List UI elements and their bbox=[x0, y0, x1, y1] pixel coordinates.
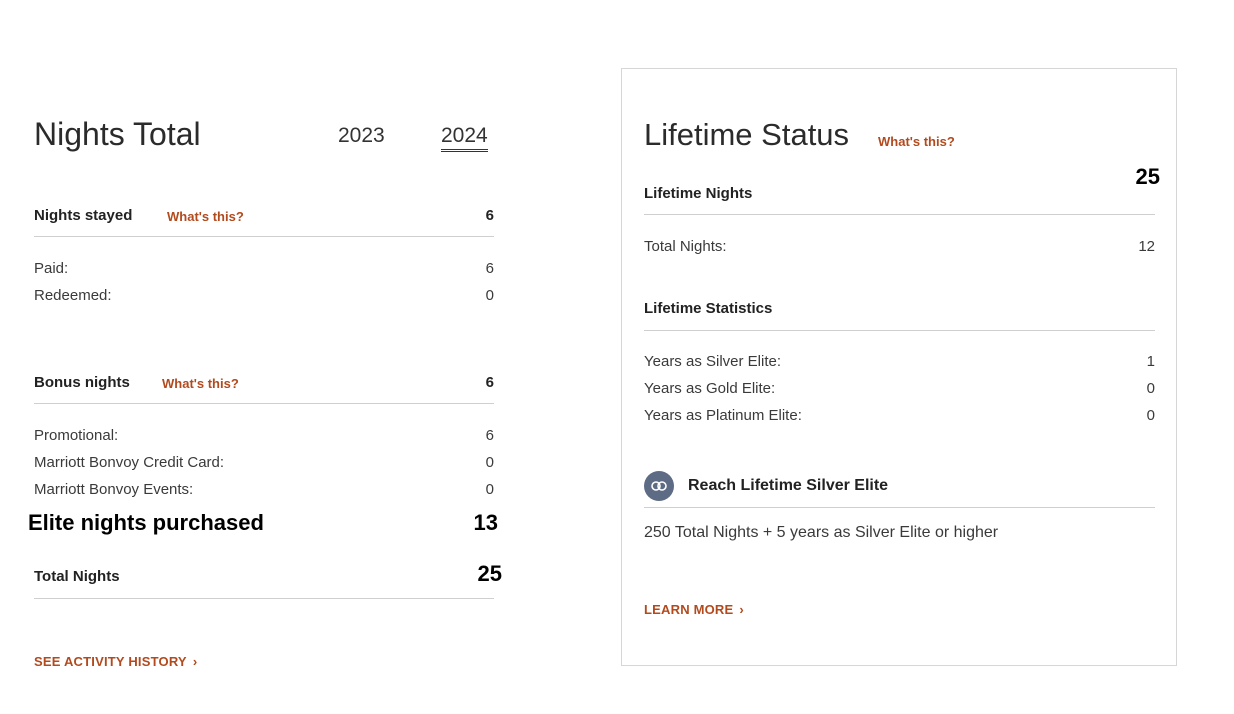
silver-elite-medal-icon bbox=[644, 471, 674, 501]
divider bbox=[34, 403, 494, 404]
platinum-years-label: Years as Platinum Elite: bbox=[644, 407, 802, 424]
credit-card-value: 0 bbox=[485, 454, 494, 471]
total-nights-label: Total Nights bbox=[34, 568, 120, 585]
bonus-nights-value: 6 bbox=[485, 374, 494, 391]
learn-more-link[interactable]: LEARN MORE › bbox=[644, 602, 744, 617]
divider bbox=[34, 236, 494, 237]
events-label: Marriott Bonvoy Events: bbox=[34, 481, 194, 498]
events-value: 0 bbox=[485, 481, 494, 498]
credit-card-label: Marriott Bonvoy Credit Card: bbox=[34, 454, 225, 471]
elite-nights-purchased-value: 13 bbox=[473, 510, 498, 535]
nights-total-title: Nights Total bbox=[34, 116, 201, 152]
total-nights-value: 25 bbox=[477, 561, 502, 586]
paid-value: 6 bbox=[485, 260, 494, 277]
chevron-right-icon: › bbox=[739, 602, 744, 617]
elite-nights-purchased-label: Elite nights purchased bbox=[28, 510, 264, 535]
tab-2023[interactable]: 2023 bbox=[338, 124, 385, 148]
total-nights-row-value: 12 bbox=[1138, 238, 1155, 255]
bonus-nights-whats-this-link[interactable]: What's this? bbox=[162, 376, 239, 391]
divider bbox=[644, 214, 1155, 215]
chevron-right-icon: › bbox=[192, 654, 198, 669]
see-activity-history-label: SEE ACTIVITY HISTORY bbox=[34, 654, 187, 669]
divider bbox=[34, 598, 494, 599]
redeemed-label: Redeemed: bbox=[34, 287, 112, 304]
goal-requirement: 250 Total Nights + 5 years as Silver Eli… bbox=[644, 524, 999, 541]
lifetime-status-whats-this-link[interactable]: What's this? bbox=[878, 134, 955, 149]
gold-years-value: 0 bbox=[1146, 380, 1155, 397]
lifetime-status-title: Lifetime Status bbox=[644, 117, 850, 152]
divider bbox=[644, 330, 1155, 331]
learn-more-label: LEARN MORE bbox=[644, 602, 734, 617]
nights-stayed-value: 6 bbox=[485, 207, 494, 224]
paid-label: Paid: bbox=[34, 260, 69, 277]
lifetime-nights-value: 25 bbox=[1135, 164, 1160, 189]
promotional-label: Promotional: bbox=[34, 427, 119, 444]
silver-years-label: Years as Silver Elite: bbox=[644, 353, 782, 370]
gold-years-label: Years as Gold Elite: bbox=[644, 380, 776, 397]
bonus-nights-label: Bonus nights bbox=[34, 374, 130, 391]
promotional-value: 6 bbox=[485, 427, 494, 444]
silver-years-value: 1 bbox=[1146, 353, 1155, 370]
lifetime-statistics-label: Lifetime Statistics bbox=[644, 300, 773, 317]
platinum-years-value: 0 bbox=[1146, 407, 1155, 424]
see-activity-history-link[interactable]: SEE ACTIVITY HISTORY › bbox=[34, 654, 197, 669]
redeemed-value: 0 bbox=[485, 287, 494, 304]
nights-stayed-whats-this-link[interactable]: What's this? bbox=[167, 209, 244, 224]
goal-title: Reach Lifetime Silver Elite bbox=[688, 477, 889, 494]
nights-stayed-label: Nights stayed bbox=[34, 207, 133, 224]
divider bbox=[644, 507, 1155, 508]
lifetime-nights-label: Lifetime Nights bbox=[644, 185, 753, 202]
tab-2024[interactable]: 2024 bbox=[441, 124, 488, 152]
total-nights-row-label: Total Nights: bbox=[644, 238, 727, 255]
